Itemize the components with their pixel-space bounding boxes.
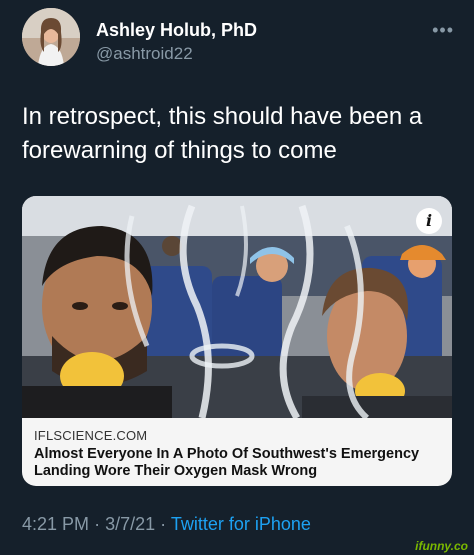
avatar[interactable]: [22, 8, 80, 66]
link-card[interactable]: i IFLSCIENCE.COM Almost Everyone In A Ph…: [22, 196, 452, 486]
display-name[interactable]: Ashley Holub, PhD: [96, 20, 257, 41]
tweet-timestamp: 4:21 PM · 3/7/21 · Twitter for iPhone: [22, 514, 311, 535]
handle[interactable]: @ashtroid22: [96, 44, 193, 64]
watermark: ifunny.co: [415, 539, 468, 553]
more-horizontal-icon[interactable]: •••: [432, 20, 454, 41]
tweet-date[interactable]: 3/7/21: [105, 514, 155, 534]
source-app-link[interactable]: Twitter for iPhone: [171, 514, 311, 534]
card-image[interactable]: i: [22, 196, 452, 418]
info-icon[interactable]: i: [416, 208, 442, 234]
card-source: IFLSCIENCE.COM: [34, 428, 148, 443]
separator-dot: ·: [94, 514, 101, 534]
tweet-text: In retrospect, this should have been a f…: [22, 103, 423, 164]
tweet-time[interactable]: 4:21 PM: [22, 514, 89, 534]
airplane-cabin-photo: [22, 196, 452, 418]
card-title[interactable]: Almost Everyone In A Photo Of Southwest'…: [34, 446, 444, 480]
avatar-image: [22, 8, 80, 66]
separator-dot: ·: [160, 514, 167, 534]
tweet-header: Ashley Holub, PhD @ashtroid22 •••: [22, 8, 462, 78]
